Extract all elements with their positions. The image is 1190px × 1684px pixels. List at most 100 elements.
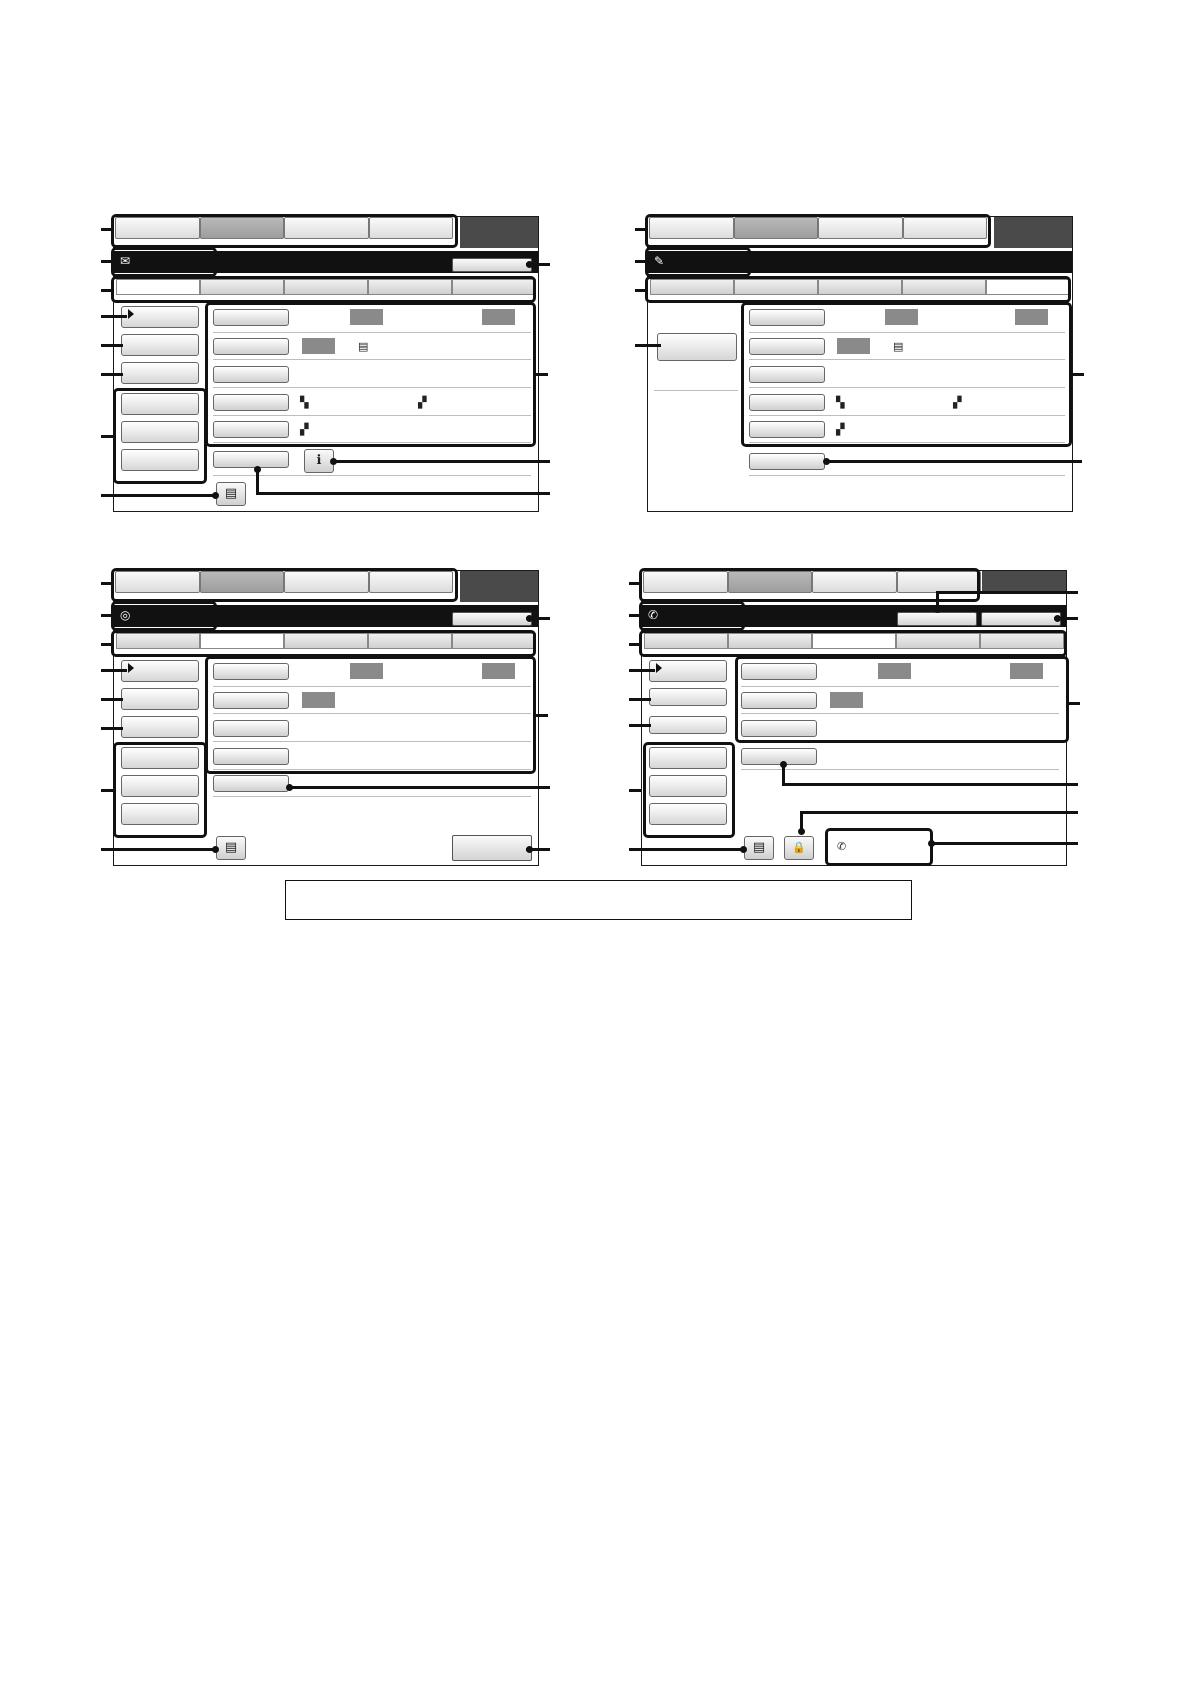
selected-arrow-icon — [656, 663, 662, 673]
highlight-subtabs — [645, 276, 1071, 303]
leader-tip — [101, 643, 113, 646]
status-area — [994, 217, 1072, 248]
leader-tip — [536, 714, 548, 717]
caption-box — [285, 880, 912, 920]
leader-tip — [101, 435, 113, 438]
leader-tip — [635, 228, 647, 231]
leader-tip — [635, 260, 647, 263]
leader-line — [101, 344, 123, 347]
leader-tip — [101, 582, 113, 585]
leader-line — [629, 724, 651, 727]
divider — [654, 390, 738, 391]
divider — [741, 769, 1059, 770]
leader-tip — [536, 373, 548, 376]
leader-line — [101, 494, 216, 497]
leader-line — [101, 373, 123, 376]
highlight-main-tabs — [639, 568, 980, 602]
highlight-settings — [205, 302, 536, 447]
leader-tip — [629, 582, 641, 585]
leader-dot — [526, 846, 533, 853]
leader-line — [629, 848, 744, 851]
leader-dot — [928, 840, 935, 847]
divider — [213, 475, 531, 476]
address-book-icon[interactable]: ▤ — [216, 482, 246, 506]
leader-dot — [254, 466, 261, 473]
leader-tip — [629, 614, 641, 617]
leader-dot — [330, 458, 337, 465]
mode-switch-button[interactable] — [452, 612, 532, 626]
leader-tip — [101, 260, 113, 263]
left-button-3[interactable] — [121, 362, 199, 384]
highlight-mode-indicator — [111, 601, 217, 631]
leader-line — [936, 591, 1078, 594]
lock-icon[interactable]: 🔒 — [784, 836, 814, 860]
leader-tip — [101, 228, 113, 231]
leader-line — [101, 698, 123, 701]
highlight-settings — [741, 302, 1072, 447]
highlight-subtabs — [639, 630, 1067, 657]
leader-line — [101, 315, 127, 318]
leader-line — [629, 669, 655, 672]
setting-button-6[interactable] — [213, 451, 289, 468]
leader-dot — [934, 606, 941, 613]
leader-dot — [212, 492, 219, 499]
left-button-2[interactable] — [121, 688, 199, 710]
left-button-3[interactable] — [121, 716, 199, 738]
highlight-left-buttons — [113, 742, 207, 838]
leader-tip — [101, 789, 113, 792]
leader-line — [101, 848, 216, 851]
leader-line — [827, 460, 1082, 463]
address-book-icon[interactable]: ▤ — [744, 836, 774, 860]
highlight-subtabs — [111, 630, 536, 657]
leader-line — [782, 783, 1078, 786]
setting-button-5[interactable] — [213, 775, 289, 792]
leader-line — [635, 344, 661, 347]
left-button-2[interactable] — [121, 334, 199, 356]
leader-line — [800, 811, 1078, 814]
selected-arrow-icon — [128, 309, 134, 319]
leader-tip — [101, 289, 113, 292]
mode-switch-button[interactable] — [452, 258, 532, 272]
leader-dot — [823, 458, 830, 465]
left-button-2[interactable] — [649, 688, 727, 706]
left-button-1[interactable] — [657, 333, 737, 361]
setting-button-6[interactable] — [749, 453, 825, 470]
highlight-fax-memory — [825, 828, 933, 866]
left-button-3[interactable] — [649, 716, 727, 734]
leader-tip — [635, 289, 647, 292]
mode-switch-button-1[interactable] — [897, 612, 977, 626]
leader-dot — [212, 846, 219, 853]
leader-line — [334, 460, 550, 463]
leader-dot — [1054, 615, 1061, 622]
divider — [213, 796, 531, 797]
leader-dot — [526, 261, 533, 268]
leader-line — [101, 727, 123, 730]
mode-switch-button-2[interactable] — [981, 612, 1061, 626]
status-area — [982, 571, 1066, 591]
leader-dot — [798, 828, 805, 835]
leader-dot — [526, 615, 533, 622]
divider — [749, 475, 1065, 476]
leader-tip — [1072, 373, 1084, 376]
highlight-mode-indicator — [645, 247, 751, 277]
highlight-main-tabs — [111, 568, 458, 602]
leader-line — [629, 698, 651, 701]
highlight-settings — [735, 656, 1069, 743]
leader-line — [290, 786, 550, 789]
leader-line — [256, 492, 550, 495]
highlight-subtabs — [111, 276, 536, 303]
highlight-left-buttons — [643, 742, 735, 838]
highlight-settings — [205, 656, 536, 774]
leader-line — [932, 842, 1078, 845]
leader-dot — [286, 784, 293, 791]
leader-tip — [1068, 702, 1080, 705]
leader-tip — [101, 614, 113, 617]
highlight-mode-indicator — [639, 601, 745, 631]
highlight-left-buttons — [113, 388, 207, 484]
status-area — [460, 571, 538, 602]
highlight-mode-indicator — [111, 247, 217, 277]
address-book-icon[interactable]: ▤ — [216, 836, 246, 860]
setting-button-4[interactable] — [741, 748, 817, 765]
bottom-right-button[interactable] — [452, 835, 532, 861]
highlight-main-tabs — [645, 214, 991, 248]
